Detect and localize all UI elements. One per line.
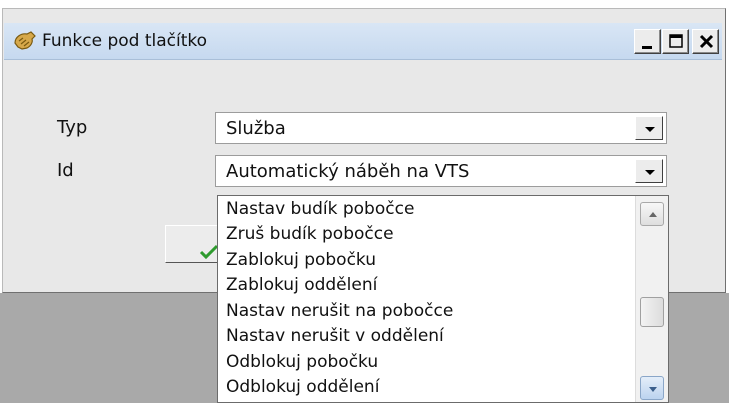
scroll-down-button[interactable] xyxy=(640,376,664,400)
id-select-value: Automatický náběh na VTS xyxy=(226,161,470,182)
title-bar[interactable]: Funkce pod tlačítko xyxy=(4,23,722,60)
chevron-down-icon xyxy=(649,387,657,392)
window-title: Funkce pod tlačítko xyxy=(42,31,208,51)
dropdown-item[interactable]: Odblokuj pobočku xyxy=(226,352,378,372)
type-select[interactable]: Služba xyxy=(215,112,667,144)
checkmark-icon xyxy=(199,244,219,260)
type-label: Typ xyxy=(57,117,88,138)
scrollbar-thumb[interactable] xyxy=(640,297,664,327)
id-select[interactable]: Automatický náběh na VTS xyxy=(215,155,667,187)
dropdown-item[interactable]: Nastav nerušit na pobočce xyxy=(226,301,453,321)
id-select-dropdown-button[interactable] xyxy=(635,159,663,183)
dropdown-item[interactable]: Nastav budík pobočce xyxy=(226,199,414,219)
dropdown-item[interactable]: Nastav nerušit v oddělení xyxy=(226,326,444,346)
dropdown-item[interactable]: Odblokuj oddělení xyxy=(226,377,379,397)
minimize-icon xyxy=(642,46,652,49)
maximize-icon xyxy=(669,34,683,48)
minimize-button[interactable] xyxy=(634,29,661,54)
dropdown-item[interactable]: Zruš budík pobočce xyxy=(226,224,394,244)
ok-button[interactable] xyxy=(165,225,225,263)
phone-handset-icon xyxy=(12,29,38,53)
type-select-value: Služba xyxy=(226,118,286,139)
top-strip xyxy=(0,0,729,8)
dropdown-item[interactable]: Zablokuj pobočku xyxy=(226,250,376,270)
dropdown-scrollbar[interactable] xyxy=(635,196,668,402)
maximize-button[interactable] xyxy=(662,29,689,54)
close-icon xyxy=(699,34,714,49)
chevron-up-icon xyxy=(649,212,657,217)
chevron-down-icon xyxy=(645,127,655,132)
scroll-up-button[interactable] xyxy=(640,202,664,226)
type-select-dropdown-button[interactable] xyxy=(635,116,663,140)
id-dropdown-list[interactable]: Nastav budík pobočce Zruš budík pobočce … xyxy=(217,195,669,403)
close-button[interactable] xyxy=(692,29,719,54)
id-label: Id xyxy=(57,160,74,181)
dropdown-item[interactable]: Zablokuj oddělení xyxy=(226,275,377,295)
chevron-down-icon xyxy=(645,170,655,175)
